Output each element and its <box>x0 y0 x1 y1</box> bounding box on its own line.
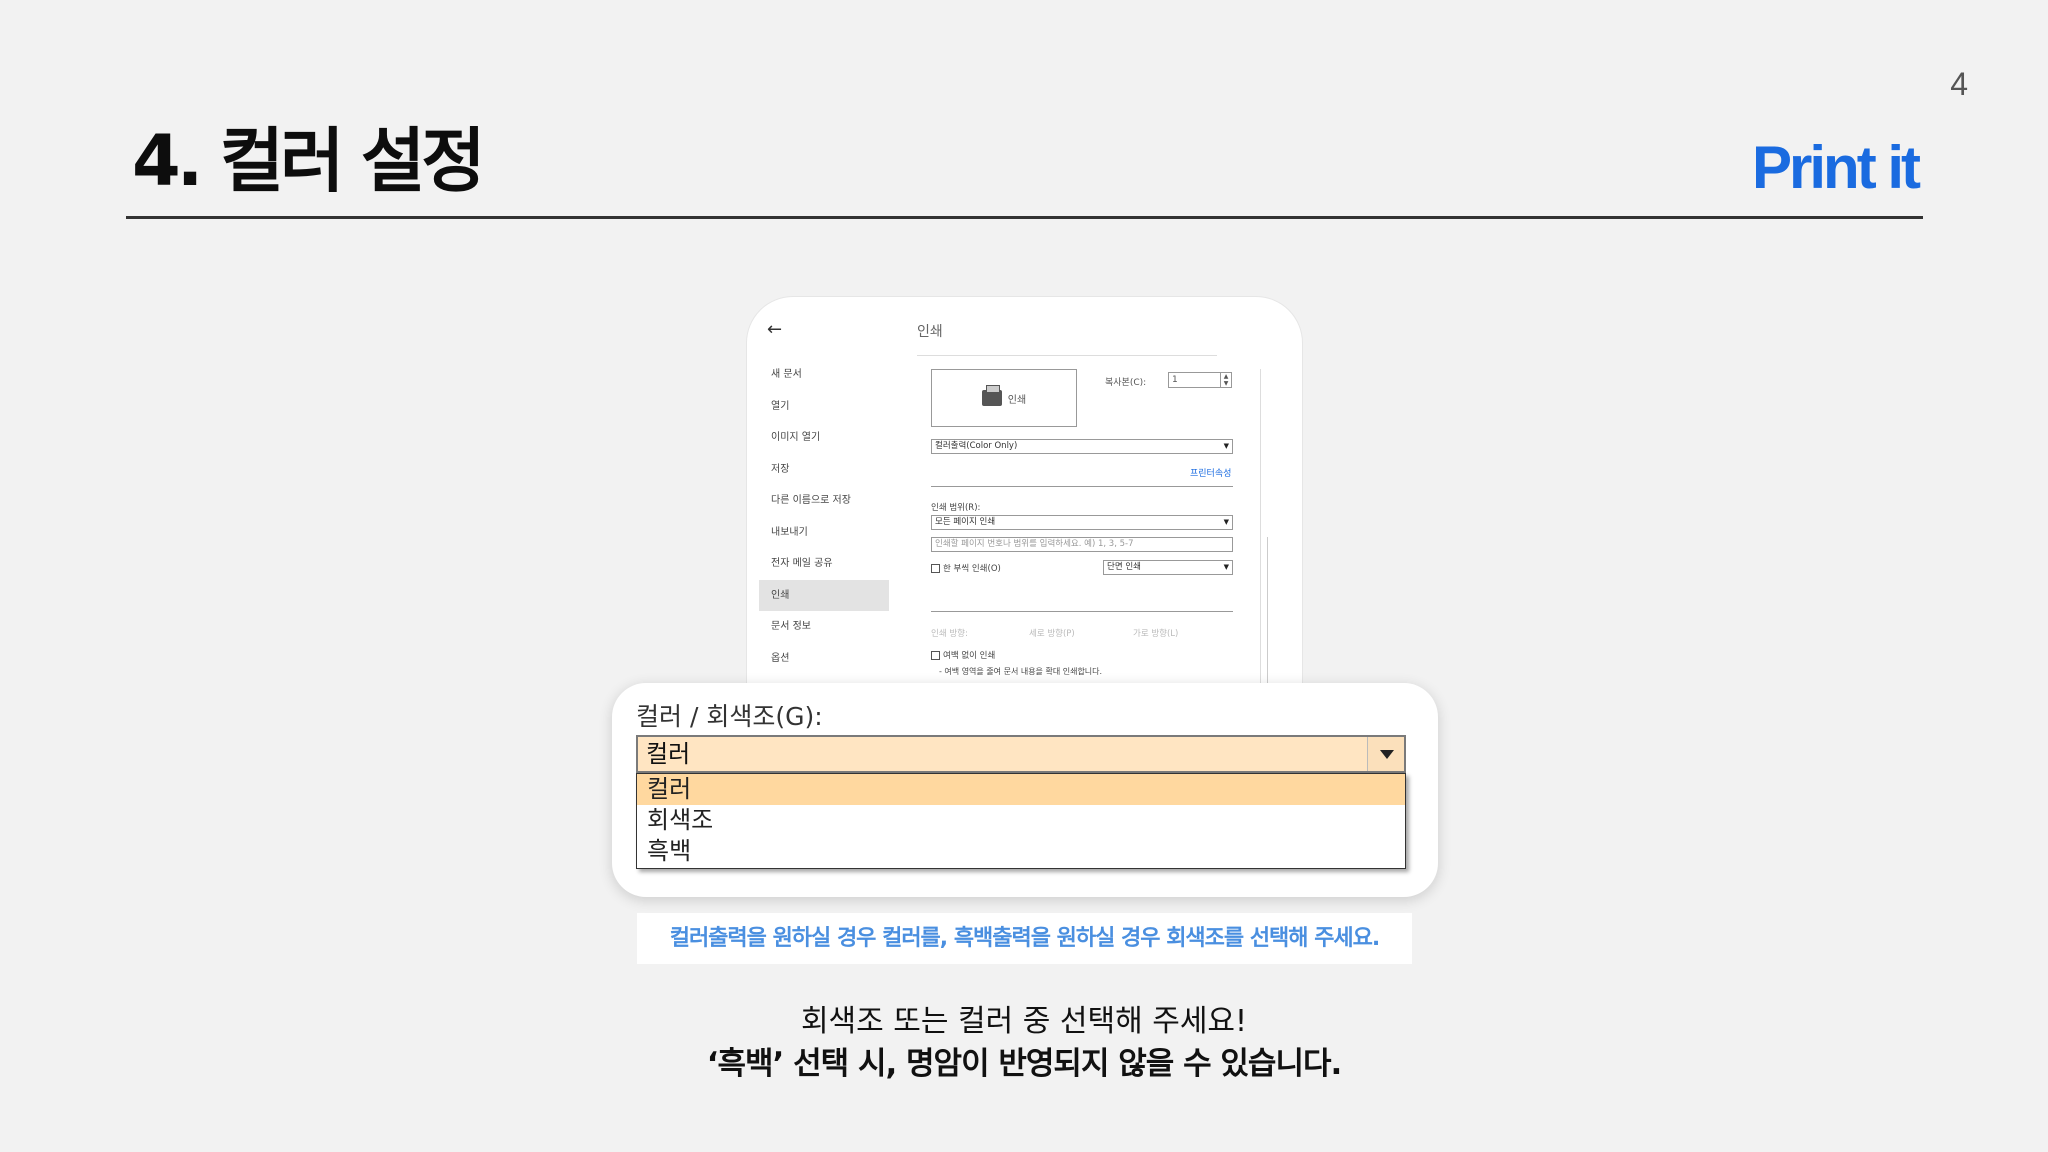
file-menu: 새 문서 열기 이미지 열기 저장 다른 이름으로 저장 내보내기 전자 메일 … <box>759 359 889 674</box>
chevron-down-icon: ▼ <box>1223 563 1229 571</box>
page-number: 4 <box>1950 66 1968 102</box>
option-color[interactable]: 컬러 <box>637 774 1405 805</box>
heading-divider <box>917 355 1217 356</box>
menu-item-email-share[interactable]: 전자 메일 공유 <box>759 548 889 580</box>
option-grayscale[interactable]: 회색조 <box>637 805 1405 836</box>
title-divider <box>126 216 1923 219</box>
printer-icon <box>981 385 1002 406</box>
print-button-label: 인쇄 <box>1007 394 1027 406</box>
checkbox-icon <box>931 651 940 660</box>
borderless-note: - 여백 영역을 줄여 문서 내용을 확대 인쇄합니다. <box>939 667 1103 676</box>
print-button[interactable]: 인쇄 <box>931 369 1077 427</box>
instruction-line-1: 회색조 또는 컬러 중 선택해 주세요! <box>800 1004 1248 1039</box>
printer-select[interactable]: 컬러출력(Color Only) ▼ <box>931 439 1233 454</box>
sides-select-value: 단면 인쇄 <box>1107 562 1141 572</box>
brand-logo: Print it <box>1752 134 1921 201</box>
borderless-checkbox[interactable]: 여백 없이 인쇄 <box>931 649 995 661</box>
orientation-label: 인쇄 방향: <box>931 629 968 639</box>
instruction-line-2: ‘흑백’ 선택 시, 명암이 반영되지 않을 수 있습니다. <box>706 1046 1343 1082</box>
portrait-radio[interactable]: 세로 방향(P) <box>1029 627 1075 639</box>
print-dialog-screenshot: ← 인쇄 새 문서 열기 이미지 열기 저장 다른 이름으로 저장 내보내기 전… <box>747 297 1302 707</box>
page-range-placeholder: 인쇄할 페이지 번호나 범위를 입력하세요. 예) 1, 3, 5-7 <box>935 539 1134 549</box>
caption-box: 컬러출력을 원하실 경우 컬러를, 흑백출력을 원하실 경우 회색조를 선택해 … <box>637 913 1412 964</box>
collate-label: 한 부씩 인쇄(O) <box>943 564 1001 574</box>
menu-item-save[interactable]: 저장 <box>759 454 889 486</box>
menu-item-open-image[interactable]: 이미지 열기 <box>759 422 889 454</box>
color-grayscale-zoom-panel: 컬러 / 회색조(G): 컬러 컬러 회색조 흑백 <box>612 683 1438 897</box>
copies-label: 복사본(C): <box>1105 378 1147 388</box>
checkbox-checked-icon <box>931 564 940 573</box>
option-black-white[interactable]: 흑백 <box>637 836 1405 867</box>
printer-properties-link[interactable]: 프린터속성 <box>1190 466 1231 479</box>
menu-item-export[interactable]: 내보내기 <box>759 517 889 549</box>
section-divider <box>931 611 1233 612</box>
sides-select[interactable]: 단면 인쇄 ▼ <box>1103 560 1233 575</box>
color-grayscale-select[interactable]: 컬러 <box>636 735 1406 773</box>
caption-text: 컬러출력을 원하실 경우 컬러를, 흑백출력을 원하실 경우 회색조를 선택해 … <box>669 926 1381 951</box>
borderless-label: 여백 없이 인쇄 <box>943 651 996 661</box>
dialog-heading: 인쇄 <box>917 324 943 340</box>
arrow-left-icon[interactable]: ← <box>767 319 782 340</box>
copies-value: 1 <box>1172 375 1178 385</box>
menu-item-save-as[interactable]: 다른 이름으로 저장 <box>759 485 889 517</box>
menu-item-doc-info[interactable]: 문서 정보 <box>759 611 889 643</box>
preview-border <box>1260 369 1261 707</box>
menu-item-new[interactable]: 새 문서 <box>759 359 889 391</box>
color-grayscale-label: 컬러 / 회색조(G): <box>636 702 823 731</box>
range-label: 인쇄 범위(R): <box>931 503 981 513</box>
menu-item-print[interactable]: 인쇄 <box>759 579 889 611</box>
section-divider <box>931 486 1233 487</box>
page-title: 4. 컬러 설정 <box>132 120 486 202</box>
range-select-value: 모든 페이지 인쇄 <box>935 517 996 527</box>
landscape-radio[interactable]: 가로 방향(L) <box>1133 627 1178 639</box>
menu-item-open[interactable]: 열기 <box>759 391 889 423</box>
chevron-down-icon: ▼ <box>1223 442 1229 450</box>
copies-input[interactable]: 1 ▲ ▼ <box>1168 372 1232 388</box>
chevron-down-icon[interactable] <box>1367 737 1404 771</box>
color-select-value: 컬러 <box>646 740 691 768</box>
printer-select-value: 컬러출력(Color Only) <box>935 441 1018 451</box>
chevron-down-icon: ▼ <box>1223 518 1229 526</box>
collate-checkbox[interactable]: 한 부씩 인쇄(O) <box>931 562 1001 574</box>
page-range-input[interactable]: 인쇄할 페이지 번호나 범위를 입력하세요. 예) 1, 3, 5-7 <box>931 537 1233 552</box>
preview-scrollbar[interactable] <box>1267 537 1276 707</box>
color-dropdown-list: 컬러 회색조 흑백 <box>636 773 1406 869</box>
copies-spinner[interactable]: ▲ ▼ <box>1220 373 1231 387</box>
range-select[interactable]: 모든 페이지 인쇄 ▼ <box>931 515 1233 530</box>
menu-item-options[interactable]: 옵션 <box>759 643 889 675</box>
